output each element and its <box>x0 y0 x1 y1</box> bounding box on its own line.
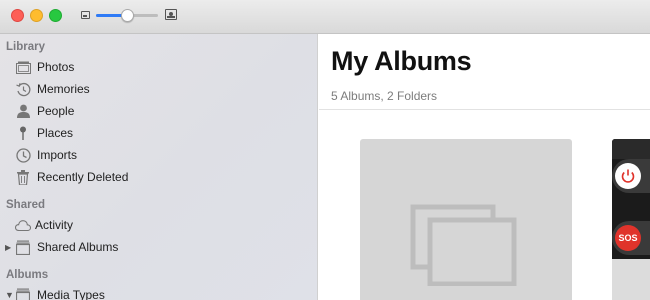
sidebar-item-media-types[interactable]: ▼ Media Types <box>0 284 317 300</box>
sidebar-item-label: Imports <box>37 148 78 162</box>
sidebar-item-activity[interactable]: Activity <box>0 214 317 236</box>
zoom-in-icon[interactable] <box>165 9 177 20</box>
main-content: My Albums 5 Albums, 2 Folders SOS <box>319 34 650 300</box>
zoom-slider-knob[interactable] <box>120 9 134 22</box>
folder-icon <box>15 287 31 300</box>
sidebar-item-label: Media Types <box>37 288 105 300</box>
album-tile-empty[interactable] <box>360 139 572 300</box>
sidebar-item-label: Shared Albums <box>37 240 119 254</box>
photos-icon <box>15 59 31 75</box>
disclosure-triangle-down-icon[interactable]: ▼ <box>5 290 14 300</box>
disclosure-triangle-right-icon[interactable]: ▶ <box>5 243 11 252</box>
section-header-albums: Albums <box>6 269 49 281</box>
page-subtitle: 5 Albums, 2 Folders <box>331 89 438 103</box>
sos-icon: SOS <box>615 225 641 251</box>
trash-icon <box>15 169 31 185</box>
memories-icon <box>15 81 31 97</box>
shared-albums-icon <box>15 239 31 255</box>
section-header-library: Library <box>6 41 45 53</box>
sidebar-item-label: People <box>37 104 75 118</box>
zoom-out-icon[interactable] <box>81 11 90 19</box>
section-header-shared: Shared <box>6 199 45 211</box>
photos-window: Library Photos Memories People Places Im… <box>0 0 650 300</box>
sidebar-item-label: Memories <box>37 82 90 96</box>
sidebar-item-imports[interactable]: Imports <box>0 144 317 166</box>
header-divider <box>319 109 650 110</box>
sidebar-item-label: Photos <box>37 60 75 74</box>
people-icon <box>15 103 31 119</box>
sidebar-item-shared-albums[interactable]: ▶ Shared Albums <box>0 236 317 258</box>
sidebar-item-label: Places <box>37 126 74 140</box>
sidebar-item-people[interactable]: People <box>0 100 317 122</box>
imports-icon <box>15 147 31 163</box>
close-button[interactable] <box>11 9 24 22</box>
maximize-button[interactable] <box>49 9 62 22</box>
sidebar: Library Photos Memories People Places Im… <box>0 34 318 300</box>
sidebar-item-places[interactable]: Places <box>0 122 317 144</box>
places-icon <box>15 125 31 141</box>
sidebar-item-label: Activity <box>35 218 74 232</box>
cloud-icon <box>15 217 31 233</box>
sidebar-item-label: Recently Deleted <box>37 170 129 184</box>
page-title: My Albums <box>331 46 472 76</box>
power-icon <box>615 163 641 189</box>
sidebar-item-photos[interactable]: Photos <box>0 56 317 78</box>
sidebar-item-recently-deleted[interactable]: Recently Deleted <box>0 166 317 188</box>
thumbnail-status-bar <box>612 139 650 159</box>
album-stack-icon <box>410 204 518 291</box>
thumbnail-bottom-area <box>612 259 650 300</box>
album-tile-photo[interactable]: SOS <box>612 139 650 300</box>
title-bar <box>0 0 650 34</box>
sidebar-item-memories[interactable]: Memories <box>0 78 317 100</box>
minimize-button[interactable] <box>30 9 43 22</box>
